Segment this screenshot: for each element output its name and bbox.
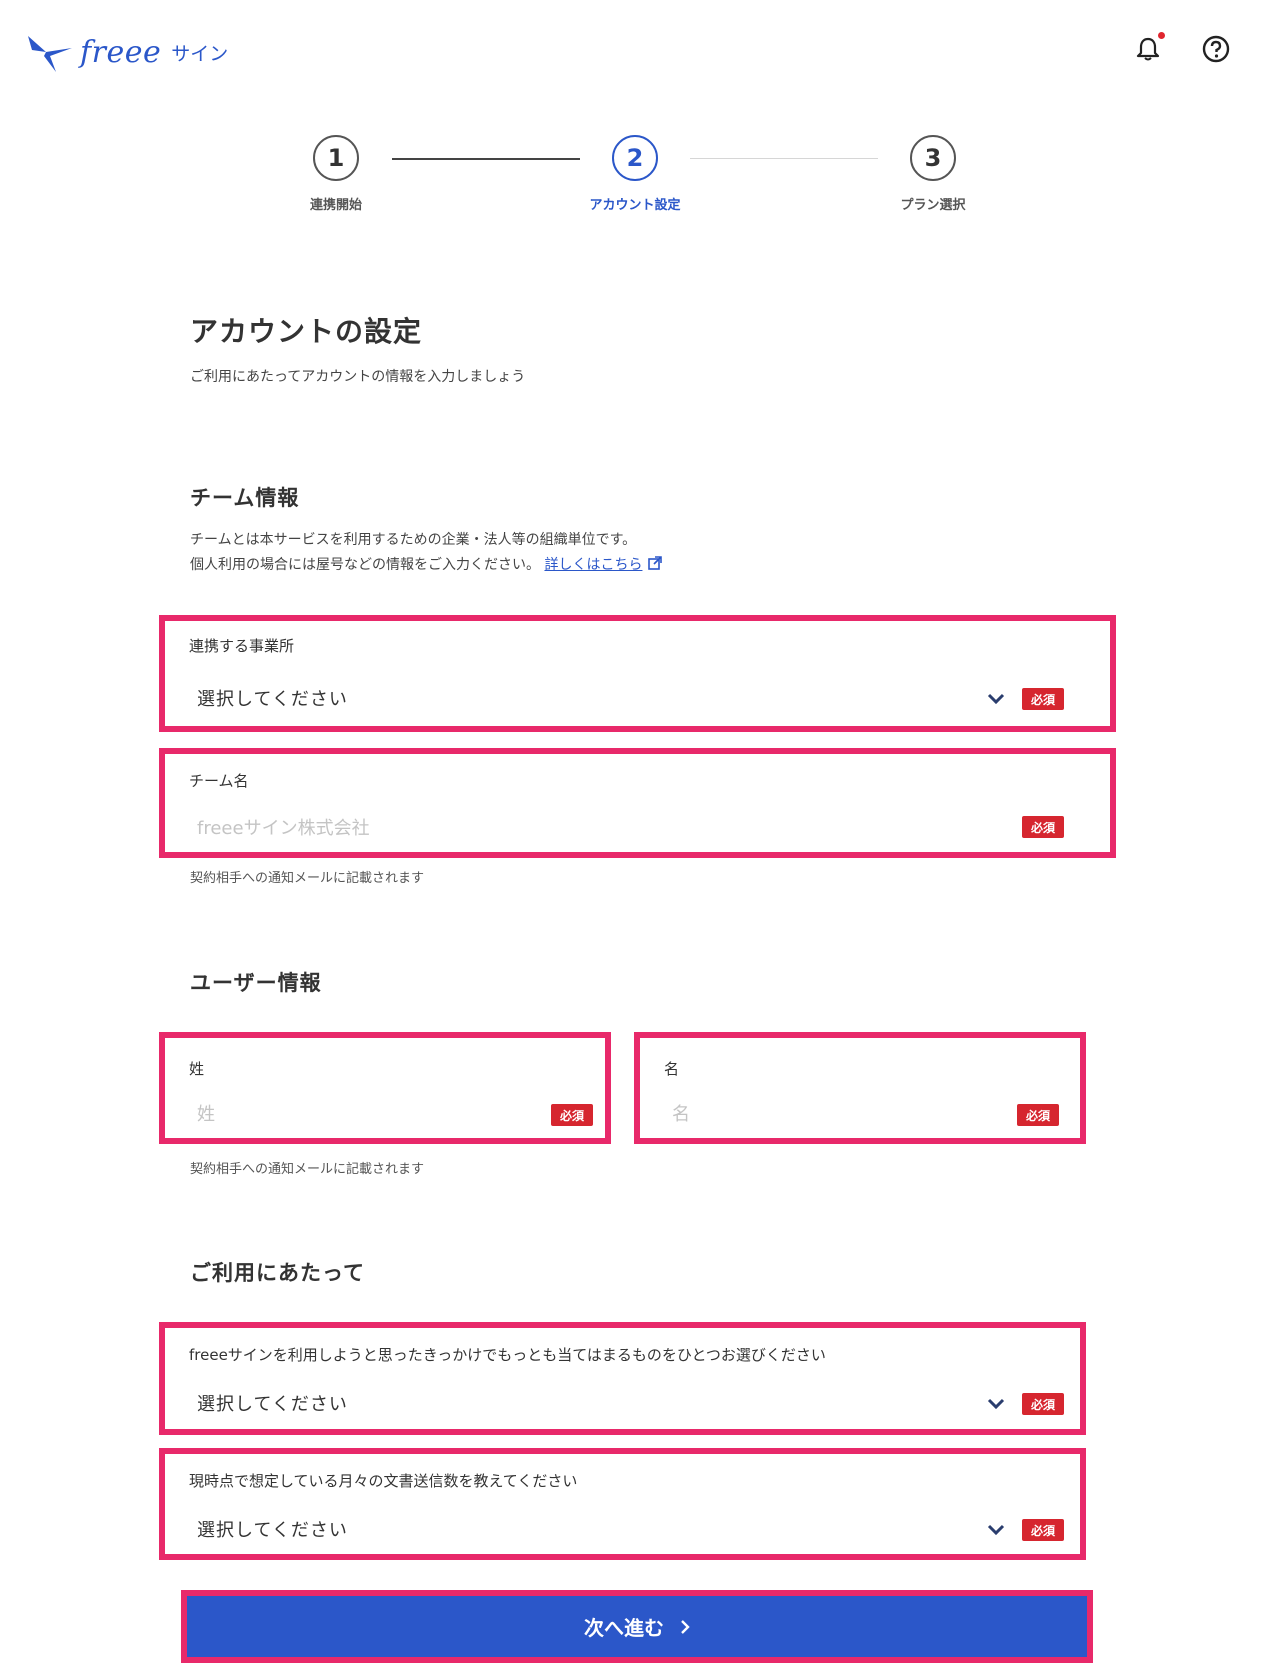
step-3-label: プラン選択 <box>900 198 966 213</box>
page-subtitle: ご利用にあたってアカウントの情報を入力しましょう <box>190 369 526 385</box>
monthly-volume-label: 現時点で想定している月々の文書送信数を教えてください <box>189 1472 578 1490</box>
usage-section-heading: ご利用にあたって <box>190 1261 365 1285</box>
next-button-label: 次へ進む <box>584 1616 664 1640</box>
external-link-icon[interactable] <box>647 555 663 571</box>
step-1-number: 1 <box>327 144 345 172</box>
chevron-down-icon[interactable] <box>985 1519 1007 1541</box>
bird-logo-icon <box>28 36 72 72</box>
monthly-volume-select-field[interactable]: 現時点で想定している月々の文書送信数を教えてください 選択してください 必須 <box>159 1448 1086 1560</box>
first-name-field[interactable]: 名 名 必須 <box>634 1032 1086 1144</box>
signup-reason-select-field[interactable]: freeeサインを利用しようと思ったきっかけでもっとも当てはまるものをひとつお選… <box>159 1322 1086 1435</box>
logo-subtext: サイン <box>171 42 229 65</box>
team-description-line1: チームとは本サービスを利用するための企業・法人等の組織単位です。 <box>190 532 637 548</box>
step-2-number: 2 <box>626 144 644 172</box>
chevron-down-icon[interactable] <box>985 1393 1007 1415</box>
notification-dot <box>1158 32 1165 39</box>
step-2-circle: 2 <box>612 135 658 181</box>
submit-button-highlight: 次へ進む <box>181 1590 1093 1663</box>
user-section-heading: ユーザー情報 <box>190 971 322 995</box>
step-connector-2 <box>690 158 878 159</box>
last-name-field[interactable]: 姓 姓 必須 <box>159 1032 611 1144</box>
first-name-label: 名 <box>664 1060 680 1078</box>
step-3-number: 3 <box>924 144 942 172</box>
required-badge: 必須 <box>1022 688 1064 710</box>
first-name-input[interactable]: 名 <box>672 1100 690 1126</box>
team-name-input[interactable]: freeeサイン株式会社 <box>197 814 370 840</box>
chevron-right-icon <box>681 1619 690 1634</box>
office-select-field[interactable]: 連携する事業所 選択してください 必須 <box>159 615 1116 732</box>
freee-sign-logo[interactable]: freee サイン <box>26 30 228 74</box>
required-badge: 必須 <box>551 1104 593 1126</box>
required-badge: 必須 <box>1022 816 1064 838</box>
office-select-label: 連携する事業所 <box>189 637 295 655</box>
step-2-label: アカウント設定 <box>589 198 681 213</box>
step-1-circle: 1 <box>313 135 359 181</box>
last-name-input[interactable]: 姓 <box>197 1100 215 1126</box>
required-badge: 必須 <box>1022 1519 1064 1541</box>
last-name-label: 姓 <box>189 1060 205 1078</box>
team-description-line2-text: 個人利用の場合には屋号などの情報をご入力ください。 <box>190 557 540 573</box>
signup-reason-value[interactable]: 選択してください <box>197 1390 348 1416</box>
step-connector-1 <box>392 158 580 160</box>
team-description-line2: 個人利用の場合には屋号などの情報をご入力ください。 詳しくはこちら <box>190 553 1090 578</box>
team-section-heading: チーム情報 <box>190 486 300 510</box>
user-name-note: 契約相手への通知メールに記載されます <box>190 1162 425 1177</box>
logo-text: freee <box>80 34 162 70</box>
chevron-down-icon[interactable] <box>985 688 1007 710</box>
office-select-value[interactable]: 選択してください <box>197 685 348 711</box>
notification-bell-icon[interactable] <box>1133 32 1165 64</box>
next-button[interactable]: 次へ進む <box>187 1596 1087 1657</box>
page-title: アカウントの設定 <box>190 315 423 348</box>
team-name-label: チーム名 <box>189 772 249 790</box>
signup-reason-label: freeeサインを利用しようと思ったきっかけでもっとも当てはまるものをひとつお選… <box>189 1346 826 1364</box>
step-1-label: 連携開始 <box>309 198 362 213</box>
team-description: チームとは本サービスを利用するための企業・法人等の組織単位です。 個人利用の場合… <box>190 528 1090 578</box>
step-3-circle: 3 <box>910 135 956 181</box>
team-name-note: 契約相手への通知メールに記載されます <box>190 871 425 886</box>
details-link[interactable]: 詳しくはこちら <box>544 557 642 573</box>
team-name-field[interactable]: チーム名 freeeサイン株式会社 必須 <box>159 748 1116 858</box>
required-badge: 必須 <box>1022 1393 1064 1415</box>
required-badge: 必須 <box>1017 1104 1059 1126</box>
monthly-volume-value[interactable]: 選択してください <box>197 1516 348 1542</box>
help-icon[interactable] <box>1201 34 1231 64</box>
